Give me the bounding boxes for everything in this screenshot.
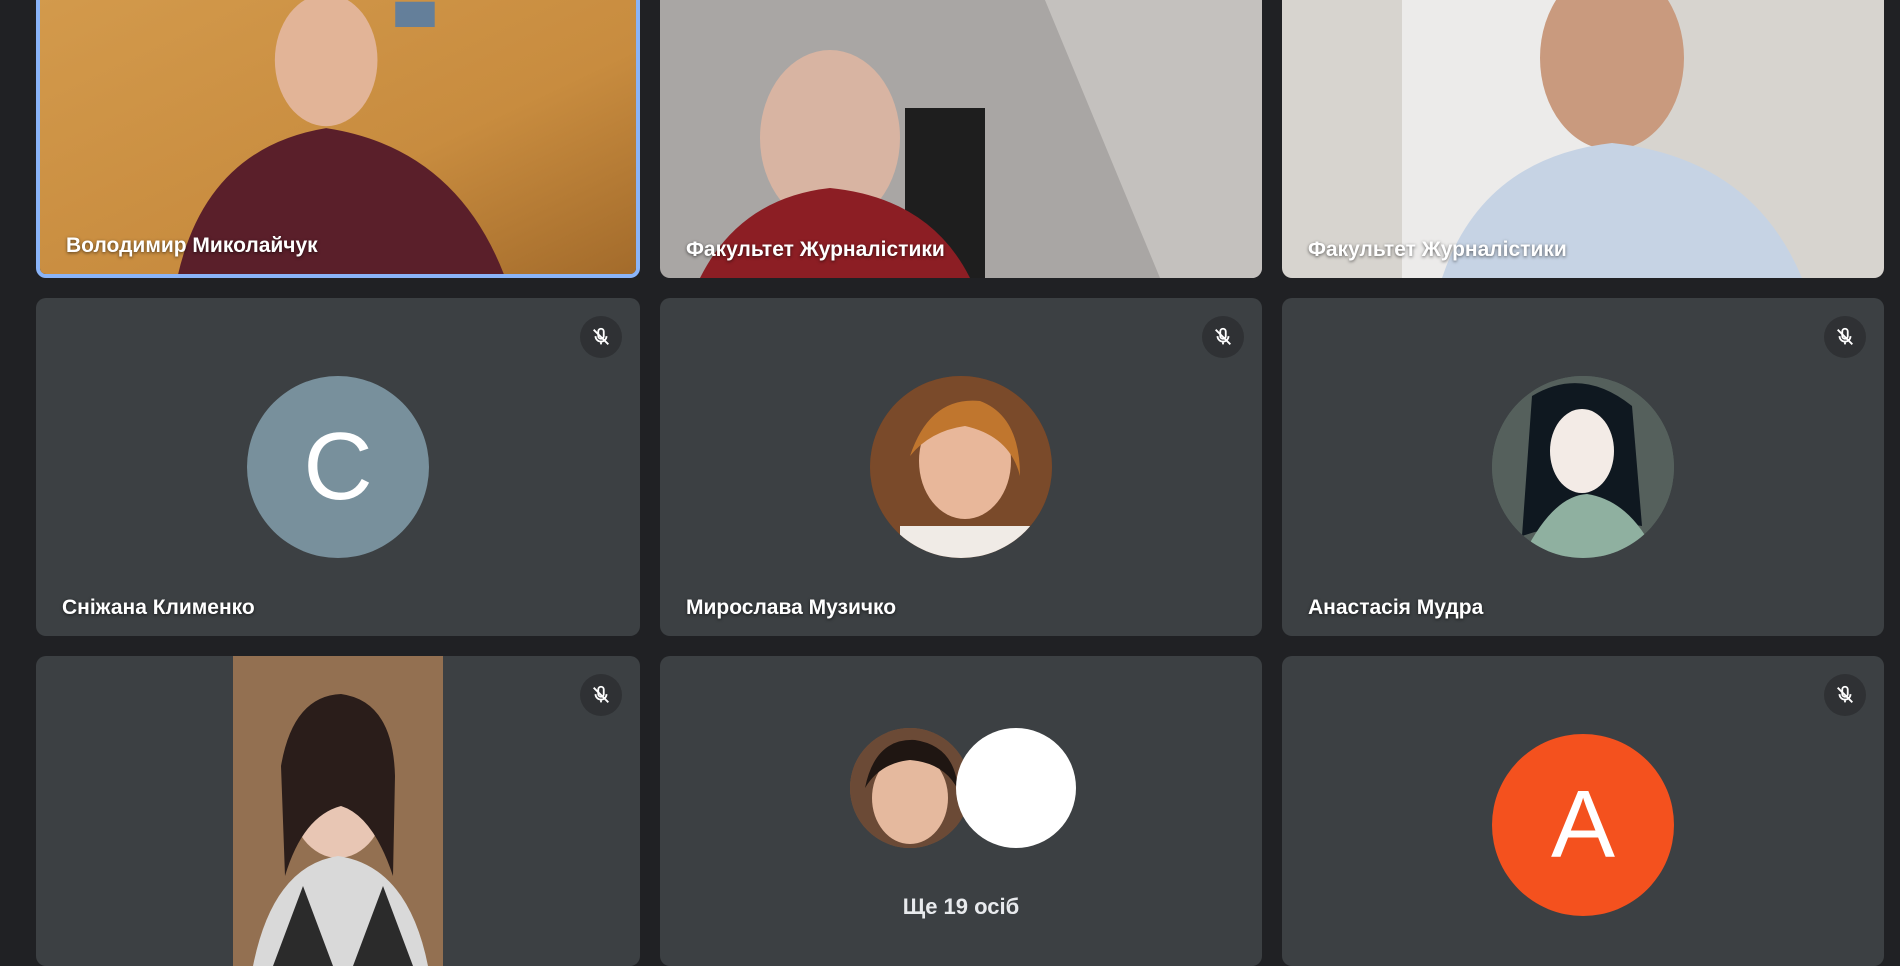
meeting-grid: Володимир Миколайчук Факультет Журналіст… — [0, 0, 1900, 966]
participant-tile-video-girl[interactable] — [36, 656, 640, 966]
participant-video — [660, 0, 1262, 278]
participant-tile-anastasiia[interactable]: Анастасія Мудра — [1282, 298, 1884, 636]
more-participants-label: Ще 19 осіб — [902, 894, 1020, 919]
participant-tile-a[interactable]: А — [1282, 656, 1884, 966]
mic-off-icon — [1202, 316, 1244, 358]
participant-name: Факультет Журналістики — [686, 238, 945, 261]
participant-tile-volodymyr[interactable]: Володимир Миколайчук — [36, 0, 640, 278]
participant-name: Володимир Миколайчук — [66, 234, 318, 257]
participant-video — [233, 656, 443, 966]
more-avatar-blank — [956, 728, 1076, 848]
more-avatar-photo — [850, 728, 970, 848]
participant-tile-snizhana[interactable]: С Сніжана Клименко — [36, 298, 640, 636]
avatar-photo — [1492, 376, 1674, 558]
participant-video — [40, 0, 636, 274]
mic-off-icon — [580, 674, 622, 716]
mic-off-icon — [1824, 674, 1866, 716]
participant-name: Анастасія Мудра — [1308, 596, 1484, 619]
mic-off-icon — [1824, 316, 1866, 358]
participant-name: Мирослава Музичко — [686, 596, 897, 619]
participant-name: Сніжана Клименко — [62, 596, 255, 619]
avatar-initial: А — [1492, 734, 1674, 916]
avatar-photo — [870, 376, 1052, 558]
avatar-initial: С — [247, 376, 429, 558]
mic-off-icon — [580, 316, 622, 358]
participant-tile-faculty-1[interactable]: Факультет Журналістики — [660, 0, 1262, 278]
participant-tile-myroslava[interactable]: Мирослава Музичко — [660, 298, 1262, 636]
participant-video — [1282, 0, 1884, 278]
participant-tile-faculty-2[interactable]: Факультет Журналістики — [1282, 0, 1884, 278]
participant-name: Факультет Журналістики — [1308, 238, 1567, 261]
more-participants-tile[interactable]: Ще 19 осіб — [660, 656, 1262, 966]
